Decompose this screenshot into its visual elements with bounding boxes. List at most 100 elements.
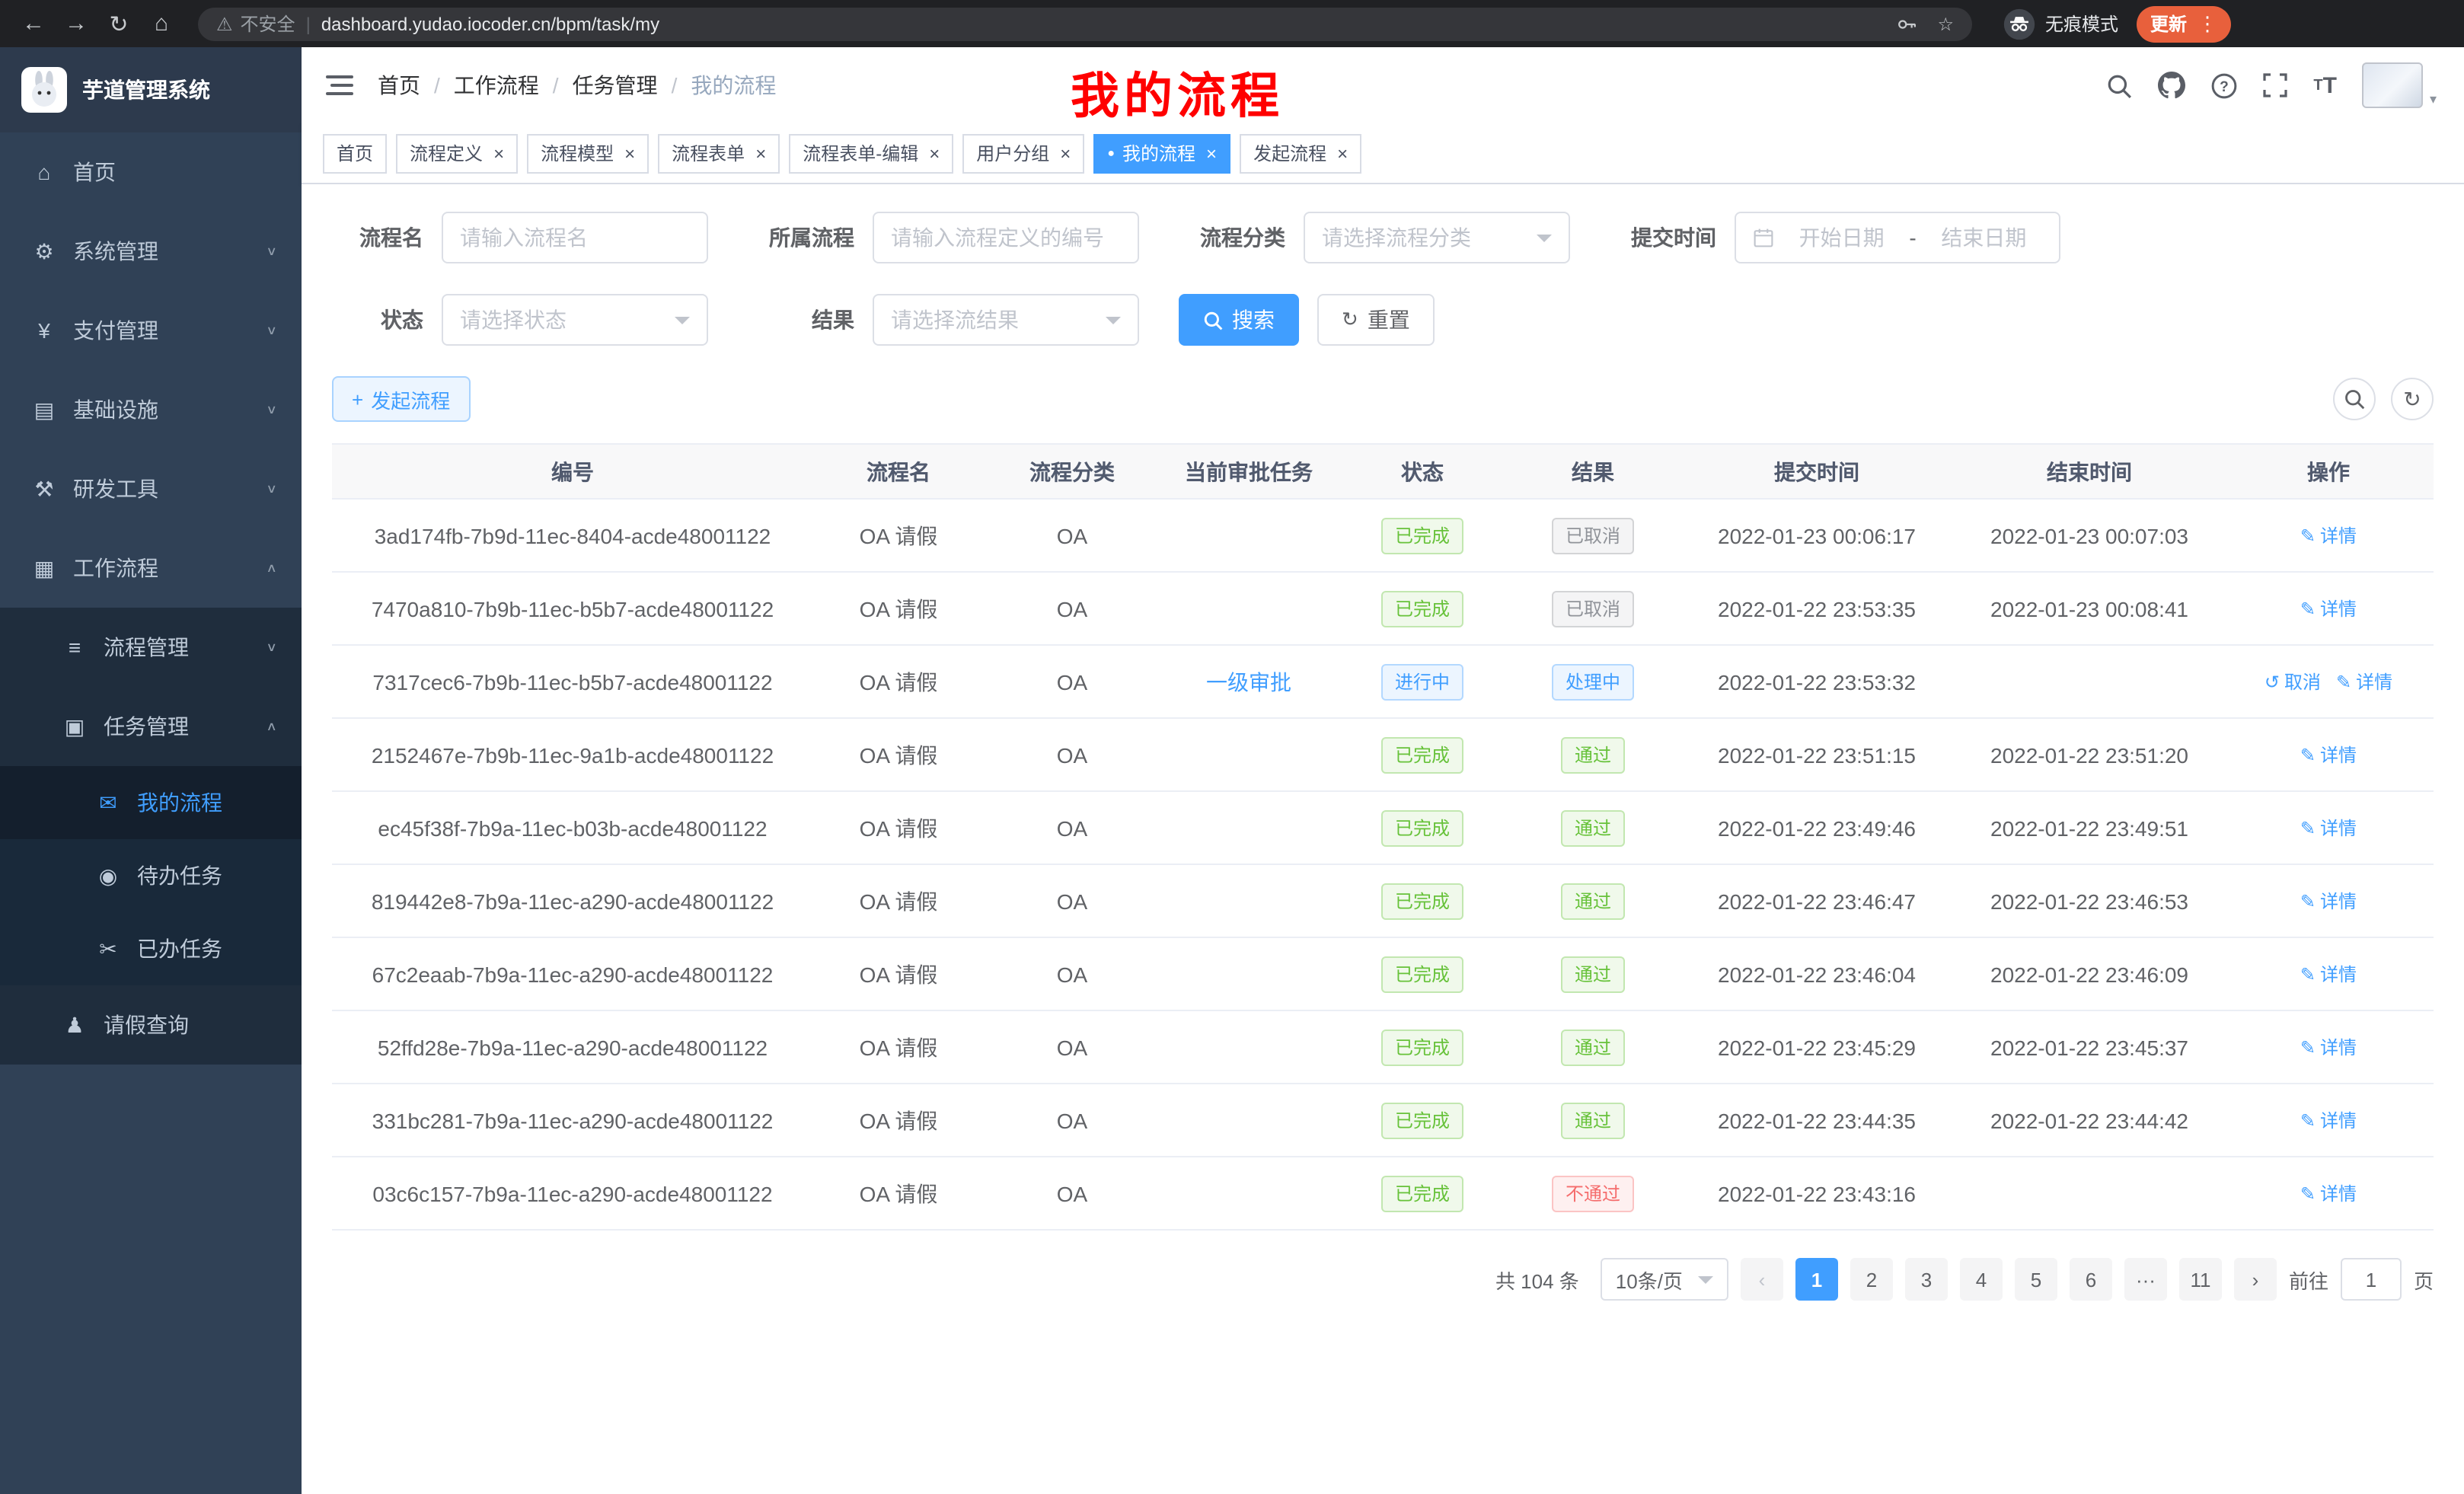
cell-actions: ✎详情 bbox=[2223, 864, 2434, 937]
detail-link[interactable]: ✎详情 bbox=[2300, 816, 2357, 841]
font-size-icon[interactable]: TT bbox=[2313, 72, 2337, 98]
tab-start-process[interactable]: 发起流程× bbox=[1240, 133, 1361, 173]
refresh-icon[interactable]: ↻ bbox=[2391, 378, 2434, 420]
close-icon[interactable]: × bbox=[624, 142, 635, 164]
date-end-placeholder[interactable]: 结束日期 bbox=[1926, 222, 2042, 253]
breadcrumb-item[interactable]: 工作流程 bbox=[454, 70, 539, 101]
detail-link[interactable]: ✎详情 bbox=[2300, 596, 2357, 622]
detail-link[interactable]: ✎详情 bbox=[2300, 1108, 2357, 1134]
close-icon[interactable]: × bbox=[929, 142, 940, 164]
detail-link[interactable]: ✎详情 bbox=[2300, 1035, 2357, 1061]
browser-home-icon[interactable]: ⌂ bbox=[143, 5, 180, 42]
start-process-button[interactable]: + 发起流程 bbox=[332, 376, 470, 422]
close-icon[interactable]: × bbox=[1337, 142, 1348, 164]
sidebar-item-system[interactable]: ⚙系统管理∨ bbox=[0, 212, 302, 291]
browser-back-icon[interactable]: ← bbox=[15, 5, 52, 42]
help-icon[interactable]: ? bbox=[2211, 72, 2237, 98]
page-button-1[interactable]: 1 bbox=[1795, 1258, 1838, 1301]
sidebar-item-my-process[interactable]: ✉我的流程 bbox=[0, 766, 302, 839]
browser-update-button[interactable]: 更新 ⋮ bbox=[2137, 5, 2231, 42]
bookmark-star-icon[interactable]: ☆ bbox=[1937, 13, 1954, 34]
close-icon[interactable]: × bbox=[493, 142, 504, 164]
incognito-label: 无痕模式 bbox=[2045, 11, 2118, 37]
process-definition-input[interactable] bbox=[891, 225, 1121, 250]
cell-actions: ↺取消 ✎详情 bbox=[2223, 645, 2434, 718]
breadcrumb-item[interactable]: 任务管理 bbox=[573, 70, 658, 101]
close-icon[interactable]: × bbox=[1206, 142, 1217, 164]
tab-process-form[interactable]: 流程表单× bbox=[658, 133, 780, 173]
sidebar-item-task-management[interactable]: ▣任务管理∧ bbox=[0, 687, 302, 766]
sidebar-toggle-icon[interactable] bbox=[302, 47, 378, 123]
detail-link[interactable]: ✎详情 bbox=[2300, 742, 2357, 768]
user-menu[interactable]: ▾ bbox=[2363, 62, 2437, 108]
detail-link[interactable]: ✎详情 bbox=[2300, 1181, 2357, 1207]
detail-link[interactable]: ✎详情 bbox=[2300, 523, 2357, 549]
tab-process-definition[interactable]: 流程定义× bbox=[396, 133, 518, 173]
result-select[interactable]: 请选择流结果 bbox=[873, 294, 1139, 346]
edit-icon: ✎ bbox=[2300, 745, 2316, 766]
prev-page-button[interactable]: ‹ bbox=[1741, 1258, 1783, 1301]
github-icon[interactable] bbox=[2158, 72, 2185, 99]
page-button-2[interactable]: 2 bbox=[1850, 1258, 1893, 1301]
sidebar-item-workflow[interactable]: ▦工作流程∧ bbox=[0, 528, 302, 608]
process-name-input[interactable] bbox=[460, 225, 690, 250]
fullscreen-icon[interactable] bbox=[2263, 73, 2287, 97]
browser-menu-kebab-icon[interactable]: ⋮ bbox=[2197, 11, 2217, 36]
page-ellipsis[interactable]: ··· bbox=[2124, 1258, 2167, 1301]
tab-process-form-edit[interactable]: 流程表单-编辑× bbox=[789, 133, 953, 173]
sidebar-item-devtools[interactable]: ⚒研发工具∨ bbox=[0, 449, 302, 528]
sidebar-item-infrastructure[interactable]: ▤基础设施∨ bbox=[0, 370, 302, 449]
sidebar-item-done-tasks[interactable]: ✂已办任务 bbox=[0, 912, 302, 985]
status-select[interactable]: 请选择状态 bbox=[442, 294, 708, 346]
breadcrumb-item[interactable]: 首页 bbox=[378, 70, 420, 101]
sidebar-item-home[interactable]: ⌂首页 bbox=[0, 132, 302, 212]
sidebar-item-todo-tasks[interactable]: ◉待办任务 bbox=[0, 839, 302, 912]
page-button-11[interactable]: 11 bbox=[2179, 1258, 2222, 1301]
cell-name: OA 请假 bbox=[813, 718, 984, 791]
cell-submit-time: 2022-01-22 23:43:16 bbox=[1678, 1157, 1955, 1230]
detail-link[interactable]: ✎详情 bbox=[2300, 889, 2357, 915]
page-size-select[interactable]: 10条/页 bbox=[1601, 1258, 1728, 1301]
browser-forward-icon[interactable]: → bbox=[58, 5, 94, 42]
cell-id: 67c2eaab-7b9a-11ec-a290-acde48001122 bbox=[332, 937, 813, 1010]
browser-reload-icon[interactable]: ↻ bbox=[101, 5, 137, 42]
status-tag: 已完成 bbox=[1381, 1175, 1463, 1211]
search-icon[interactable] bbox=[2106, 72, 2132, 98]
cancel-link[interactable]: ↺取消 bbox=[2265, 669, 2321, 695]
page-button-6[interactable]: 6 bbox=[2070, 1258, 2112, 1301]
next-page-button[interactable]: › bbox=[2234, 1258, 2277, 1301]
cell-end-time: 2022-01-22 23:51:20 bbox=[1955, 718, 2223, 791]
close-icon[interactable]: × bbox=[755, 142, 766, 164]
cell-actions: ✎详情 bbox=[2223, 937, 2434, 1010]
url-text[interactable]: dashboard.yudao.iocoder.cn/bpm/task/my bbox=[321, 13, 1877, 34]
close-icon[interactable]: × bbox=[1060, 142, 1071, 164]
category-select[interactable]: 请选择流程分类 bbox=[1304, 212, 1570, 263]
sidebar-item-process-management[interactable]: ≡流程管理∨ bbox=[0, 608, 302, 687]
detail-link[interactable]: ✎详情 bbox=[2300, 962, 2357, 988]
edit-icon: ✎ bbox=[2300, 1110, 2316, 1132]
password-key-icon[interactable] bbox=[1896, 13, 1917, 34]
sidebar-item-leave-query[interactable]: ♟请假查询 bbox=[0, 985, 302, 1065]
tab-process-model[interactable]: 流程模型× bbox=[527, 133, 649, 173]
goto-page-input[interactable] bbox=[2341, 1258, 2402, 1301]
search-toggle-icon[interactable] bbox=[2333, 378, 2376, 420]
reset-button[interactable]: ↻ 重置 bbox=[1317, 294, 1435, 346]
page-button-3[interactable]: 3 bbox=[1905, 1258, 1948, 1301]
tab-home[interactable]: 首页 bbox=[323, 133, 387, 173]
logo-rabbit-icon bbox=[21, 67, 67, 113]
date-range-picker[interactable]: 开始日期 - 结束日期 bbox=[1735, 212, 2060, 263]
current-task-link[interactable]: 一级审批 bbox=[1206, 669, 1291, 694]
address-bar[interactable]: ⚠ 不安全 | dashboard.yudao.iocoder.cn/bpm/t… bbox=[198, 7, 1972, 40]
detail-link[interactable]: ✎详情 bbox=[2336, 669, 2392, 695]
date-start-placeholder[interactable]: 开始日期 bbox=[1783, 222, 1900, 253]
avatar[interactable] bbox=[2363, 62, 2424, 108]
logo[interactable]: 芋道管理系统 bbox=[0, 47, 302, 132]
sidebar-item-payment[interactable]: ¥支付管理∨ bbox=[0, 291, 302, 370]
search-button[interactable]: 搜索 bbox=[1179, 294, 1299, 346]
tab-my-process[interactable]: ●我的流程× bbox=[1093, 133, 1230, 173]
page-button-4[interactable]: 4 bbox=[1960, 1258, 2003, 1301]
security-status[interactable]: ⚠ 不安全 bbox=[216, 11, 295, 37]
cell-result: 通过 bbox=[1508, 1084, 1678, 1157]
tab-user-group[interactable]: 用户分组× bbox=[962, 133, 1084, 173]
page-button-5[interactable]: 5 bbox=[2015, 1258, 2057, 1301]
